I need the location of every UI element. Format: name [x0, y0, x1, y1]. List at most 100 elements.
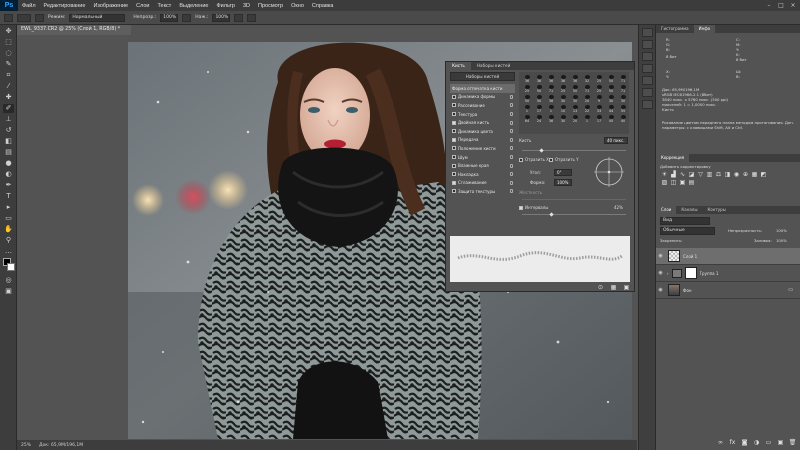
brush-tip-cell[interactable]: 22 [581, 104, 593, 114]
brush-option-checkbox[interactable] [452, 146, 456, 151]
brush-option-row[interactable]: Положение кисти [450, 144, 515, 153]
brush-tip-cell[interactable]: 13 [569, 104, 581, 114]
brush-tip-cell[interactable]: 30 [569, 94, 581, 104]
layer-name[interactable]: Слой 1 [683, 254, 697, 259]
move-tool-icon[interactable]: ✥ [3, 27, 14, 36]
background-color-swatch[interactable] [7, 263, 15, 271]
brush-tip-cell[interactable]: 36 [545, 74, 557, 84]
close-icon[interactable]: × [789, 2, 797, 9]
brush-tip-cell[interactable]: 50 [533, 94, 545, 104]
brush-tip-cell[interactable]: 64 [521, 114, 533, 124]
menu-view[interactable]: Просмотр [254, 3, 287, 9]
brush-option-checkbox[interactable] [452, 155, 456, 160]
brush-tip-cell[interactable]: 24 [533, 114, 545, 124]
brush-tip-cell[interactable]: 50 [521, 94, 533, 104]
crop-tool-icon[interactable]: ⌗ [3, 71, 14, 80]
pen-tool-icon[interactable]: ✒ [3, 181, 14, 190]
brush-tip-cell[interactable]: 25 [593, 74, 605, 84]
blend-mode-select[interactable]: Обычные [660, 227, 715, 235]
flip-y-checkbox[interactable] [549, 157, 553, 162]
brush-option-row[interactable]: Текстура [450, 110, 515, 119]
brush-tip-cell[interactable]: 17 [533, 104, 545, 114]
path-select-tool-icon[interactable]: ▸ [3, 203, 14, 212]
brush-tip-cell[interactable]: 50 [533, 84, 545, 94]
menu-layers[interactable]: Слои [132, 3, 153, 9]
menu-window[interactable]: Окно [287, 3, 308, 9]
curves-icon[interactable]: ∿ [678, 171, 687, 179]
lock-icon[interactable] [510, 146, 513, 151]
brush-tip-cell[interactable]: 20 [581, 94, 593, 104]
brush-tip-cell[interactable]: 30 [557, 94, 569, 104]
brush-option-row[interactable]: Накладка [450, 170, 515, 179]
brush-panel-icon[interactable] [642, 52, 653, 61]
brush-presets-button[interactable]: Наборы кистей [450, 72, 515, 81]
tab-adjustments[interactable]: Коррекция [656, 154, 689, 162]
brush-option-checkbox[interactable] [452, 137, 456, 142]
size-slider-thumb[interactable] [539, 147, 544, 153]
brush-tip-cell[interactable]: 50 [605, 74, 617, 84]
brush-tip-cell[interactable]: 30 [557, 114, 569, 124]
screen-mode-icon[interactable]: ▣ [3, 287, 14, 296]
brush-panel-toggle-icon[interactable] [35, 13, 44, 22]
tab-layers[interactable]: Слои [656, 206, 677, 214]
history-panel-icon[interactable] [642, 28, 653, 37]
hardness-slider[interactable] [522, 199, 626, 200]
flip-x-checkbox[interactable] [519, 157, 523, 162]
color-lookup-icon[interactable]: ▦ [750, 171, 759, 179]
document-tab[interactable]: EWL_9337.CR2 @ 25% (Слой 1, RGB/8) * [17, 25, 131, 35]
add-mask-icon[interactable]: ◙ [740, 439, 749, 447]
brush-tip-cell[interactable]: 1 [521, 104, 533, 114]
brush-tip-cell[interactable]: 40 [617, 114, 629, 124]
brush-option-row[interactable]: Защита текстуры [450, 187, 515, 196]
tab-info[interactable]: Инфо [693, 25, 716, 33]
brush-tip-cell[interactable]: 36 [569, 74, 581, 84]
flow-field[interactable]: 100% [212, 13, 231, 22]
zoom-tool-icon[interactable]: ⚲ [3, 236, 14, 245]
lock-icon[interactable] [510, 103, 513, 108]
brush-option-checkbox[interactable] [452, 103, 456, 108]
history-brush-tool-icon[interactable]: ↺ [3, 126, 14, 135]
brush-tip-cell[interactable]: 30 [605, 94, 617, 104]
tab-brush-presets[interactable]: Наборы кистей [471, 62, 516, 70]
brush-option-row[interactable]: Передача [450, 136, 515, 145]
brush-tip-cell[interactable]: 25 [557, 84, 569, 94]
menu-select[interactable]: Выделение [175, 3, 212, 9]
lock-icon[interactable] [510, 189, 513, 194]
healing-tool-icon[interactable]: ✚ [3, 93, 14, 102]
pressure-size-icon[interactable] [247, 13, 257, 22]
vibrance-icon[interactable]: ▽ [696, 171, 705, 179]
brush-option-row[interactable]: Рассеивание [450, 101, 515, 110]
menu-edit[interactable]: Редактирование [40, 3, 90, 9]
visibility-eye-icon[interactable]: ◉ [656, 270, 665, 276]
brush-tool-icon[interactable] [4, 13, 13, 22]
brush-option-row[interactable]: Шум [450, 153, 515, 162]
brush-tip-cell[interactable]: 25 [521, 84, 533, 94]
brush-option-checkbox[interactable] [452, 163, 456, 168]
lock-icon[interactable] [510, 137, 513, 142]
new-adjustment-icon[interactable]: ◑ [752, 439, 761, 447]
lock-icon[interactable] [510, 163, 513, 168]
size-slider[interactable] [522, 150, 626, 151]
tab-paths[interactable]: Контуры [702, 206, 730, 214]
brush-option-row[interactable]: Сглаживание [450, 179, 515, 188]
brush-option-row[interactable]: Динамика цвета [450, 127, 515, 136]
brush-tip-cell[interactable]: 45 [605, 114, 617, 124]
brush-tip-cell[interactable]: 30 [617, 94, 629, 104]
brush-option-row[interactable]: Форма отпечатка кисти [450, 84, 515, 93]
zoom-level[interactable]: 25% [21, 443, 31, 448]
layer-row[interactable]: ◉ › Группа 1 [656, 265, 800, 282]
more-tools-icon[interactable]: … [3, 247, 14, 256]
lock-icon[interactable] [510, 172, 513, 177]
airbrush-icon[interactable] [234, 13, 244, 22]
lock-icon[interactable] [510, 120, 513, 125]
gradient-tool-icon[interactable]: ▤ [3, 148, 14, 157]
dodge-tool-icon[interactable]: ◐ [3, 170, 14, 179]
brush-tip-cell[interactable]: 71 [617, 84, 629, 94]
delete-layer-icon[interactable]: 🗑 [788, 439, 797, 447]
brush-tip-cell[interactable]: 1 [581, 114, 593, 124]
brush-tip-cell[interactable]: 32 [581, 74, 593, 84]
lock-icon[interactable] [510, 112, 513, 117]
threshold-icon[interactable]: ◫ [669, 179, 678, 187]
type-tool-icon[interactable]: T [3, 192, 14, 201]
brush-tool-icon[interactable]: ✐ [3, 104, 14, 113]
